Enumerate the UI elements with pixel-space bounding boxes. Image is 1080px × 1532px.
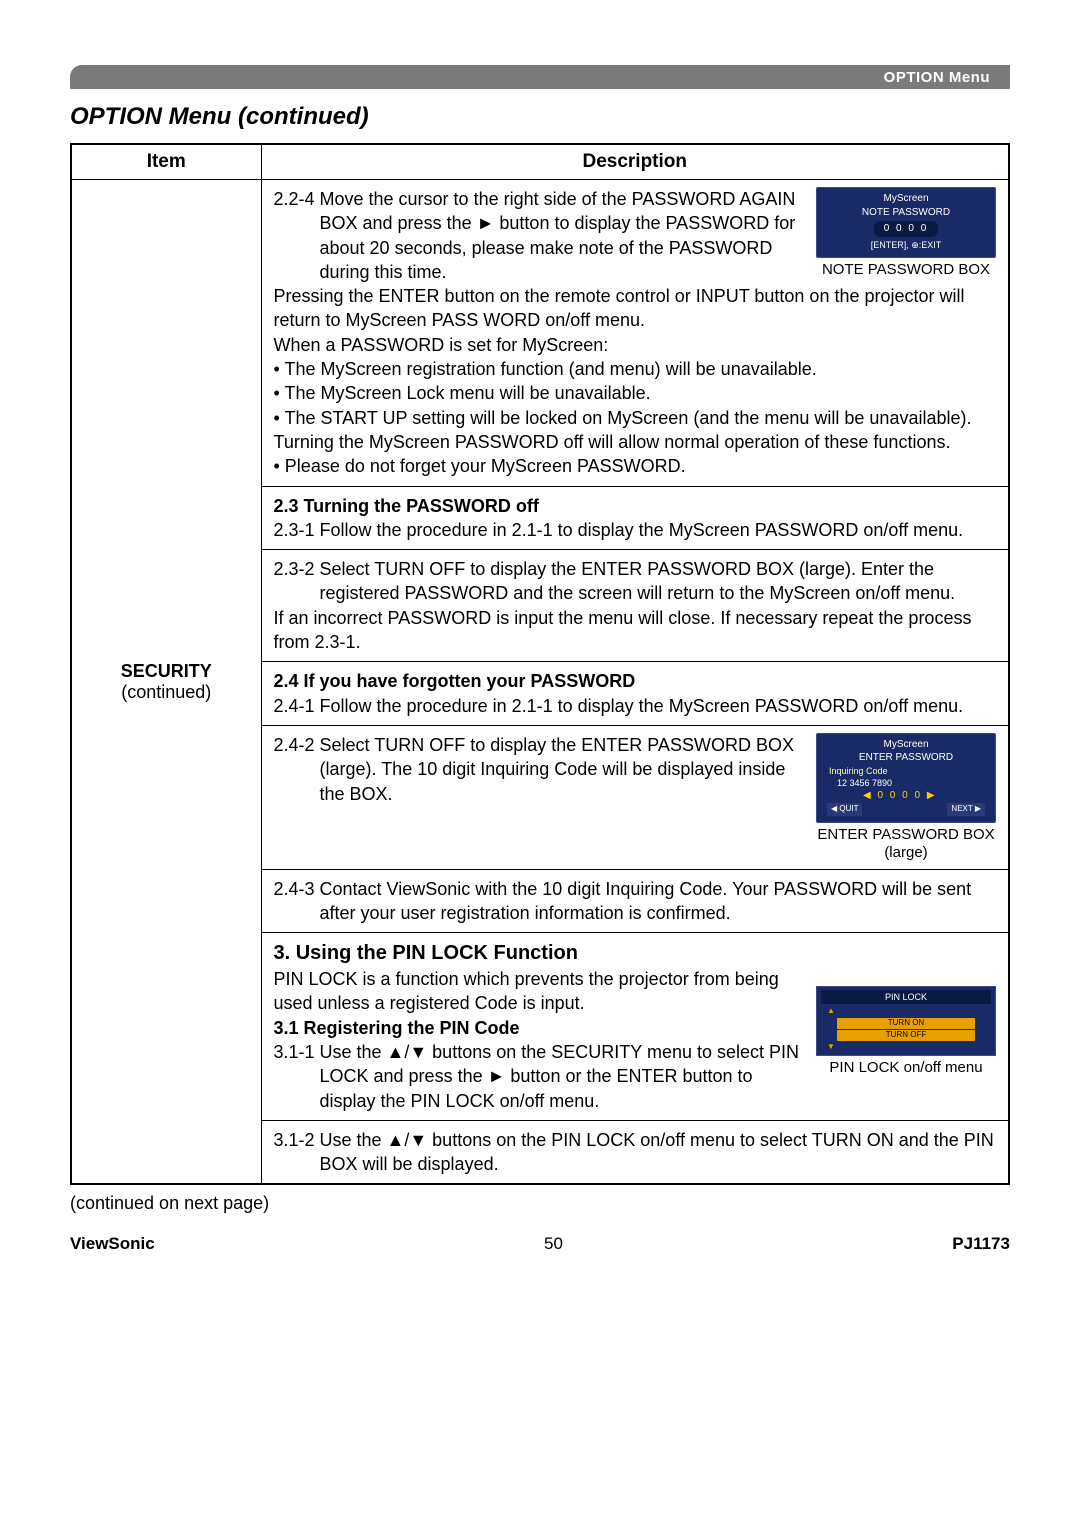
col-desc: Description	[261, 144, 1009, 180]
text-232: Select TURN OFF to display the ENTER PAS…	[320, 559, 956, 603]
note-password-box-figure: MyScreen NOTE PASSWORD 0 0 0 0 [ENTER], …	[816, 187, 996, 279]
text-243: Contact ViewSonic with the 10 digit Inqu…	[320, 879, 972, 923]
osd-pin-lock: PIN LOCK ▲ TURN ON TURN OFF ▼	[816, 986, 996, 1056]
heading-3: 3. Using the PIN LOCK Function	[274, 940, 997, 967]
osd-enter-password: MyScreen ENTER PASSWORD Inquiring Code 1…	[816, 733, 996, 823]
item-label: SECURITY	[72, 661, 261, 682]
footer-page: 50	[544, 1234, 563, 1254]
footer-model: PJ1173	[952, 1234, 1010, 1254]
text-241: Follow the procedure in 2.1-1 to display…	[320, 696, 964, 716]
text-232-p2: If an incorrect PASSWORD is input the me…	[274, 606, 997, 655]
header-menu-label: OPTION Menu	[884, 69, 990, 86]
col-item: Item	[71, 144, 261, 180]
item-cell: SECURITY (continued)	[71, 180, 261, 1185]
header-bar: OPTION Menu	[70, 65, 1010, 89]
option-table: Item Description SECURITY (continued) My…	[70, 143, 1010, 1185]
osd-note-password: MyScreen NOTE PASSWORD 0 0 0 0 [ENTER], …	[816, 187, 996, 258]
section-224: MyScreen NOTE PASSWORD 0 0 0 0 [ENTER], …	[262, 180, 1009, 487]
enter-password-box-figure: MyScreen ENTER PASSWORD Inquiring Code 1…	[816, 733, 996, 862]
bullet-1: • The MyScreen registration function (an…	[274, 357, 997, 381]
section-242: MyScreen ENTER PASSWORD Inquiring Code 1…	[262, 726, 1009, 870]
text-242: Select TURN OFF to display the ENTER PAS…	[320, 735, 794, 804]
section-3: PIN LOCK ▲ TURN ON TURN OFF ▼ PIN LOCK o…	[262, 933, 1009, 1121]
text-224-p2: Pressing the ENTER button on the remote …	[274, 284, 997, 333]
footer: ViewSonic 50 PJ1173	[70, 1234, 1010, 1254]
footer-brand: ViewSonic	[70, 1234, 155, 1254]
heading-23: 2.3 Turning the PASSWORD off	[274, 494, 997, 518]
enter-password-caption: ENTER PASSWORD BOX (large)	[816, 826, 996, 862]
heading-24: 2.4 If you have forgotten your PASSWORD	[274, 669, 997, 693]
description-cell: MyScreen NOTE PASSWORD 0 0 0 0 [ENTER], …	[261, 180, 1009, 1185]
text-231: Follow the procedure in 2.1-1 to display…	[320, 520, 964, 540]
bullet-2: • The MyScreen Lock menu will be unavail…	[274, 381, 997, 405]
pin-lock-menu-figure: PIN LOCK ▲ TURN ON TURN OFF ▼ PIN LOCK o…	[816, 986, 996, 1077]
text-311: Use the ▲/▼ buttons on the SECURITY menu…	[320, 1042, 800, 1111]
continued-note: (continued on next page)	[70, 1193, 1010, 1214]
section-24: 2.4 If you have forgotten your PASSWORD …	[262, 662, 1009, 726]
text-312: Use the ▲/▼ buttons on the PIN LOCK on/o…	[320, 1130, 994, 1174]
bullet-3: • The START UP setting will be locked on…	[274, 406, 997, 430]
section-243: 2.4-3 Contact ViewSonic with the 10 digi…	[262, 870, 1009, 934]
section-23: 2.3 Turning the PASSWORD off 2.3-1 Follo…	[262, 487, 1009, 551]
bullet-4: • Please do not forget your MyScreen PAS…	[274, 454, 997, 478]
section-312: 3.1-2 Use the ▲/▼ buttons on the PIN LOC…	[262, 1121, 1009, 1184]
section-232: 2.3-2 Select TURN OFF to display the ENT…	[262, 550, 1009, 662]
item-sublabel: (continued)	[72, 682, 261, 703]
text-224-p3: When a PASSWORD is set for MyScreen:	[274, 333, 997, 357]
pin-lock-caption: PIN LOCK on/off menu	[816, 1059, 996, 1077]
text-224-p4: Turning the MyScreen PASSWORD off will a…	[274, 430, 997, 454]
note-password-caption: NOTE PASSWORD BOX	[816, 261, 996, 279]
page-title: OPTION Menu (continued)	[70, 103, 1010, 131]
text-224: Move the cursor to the right side of the…	[320, 189, 796, 282]
